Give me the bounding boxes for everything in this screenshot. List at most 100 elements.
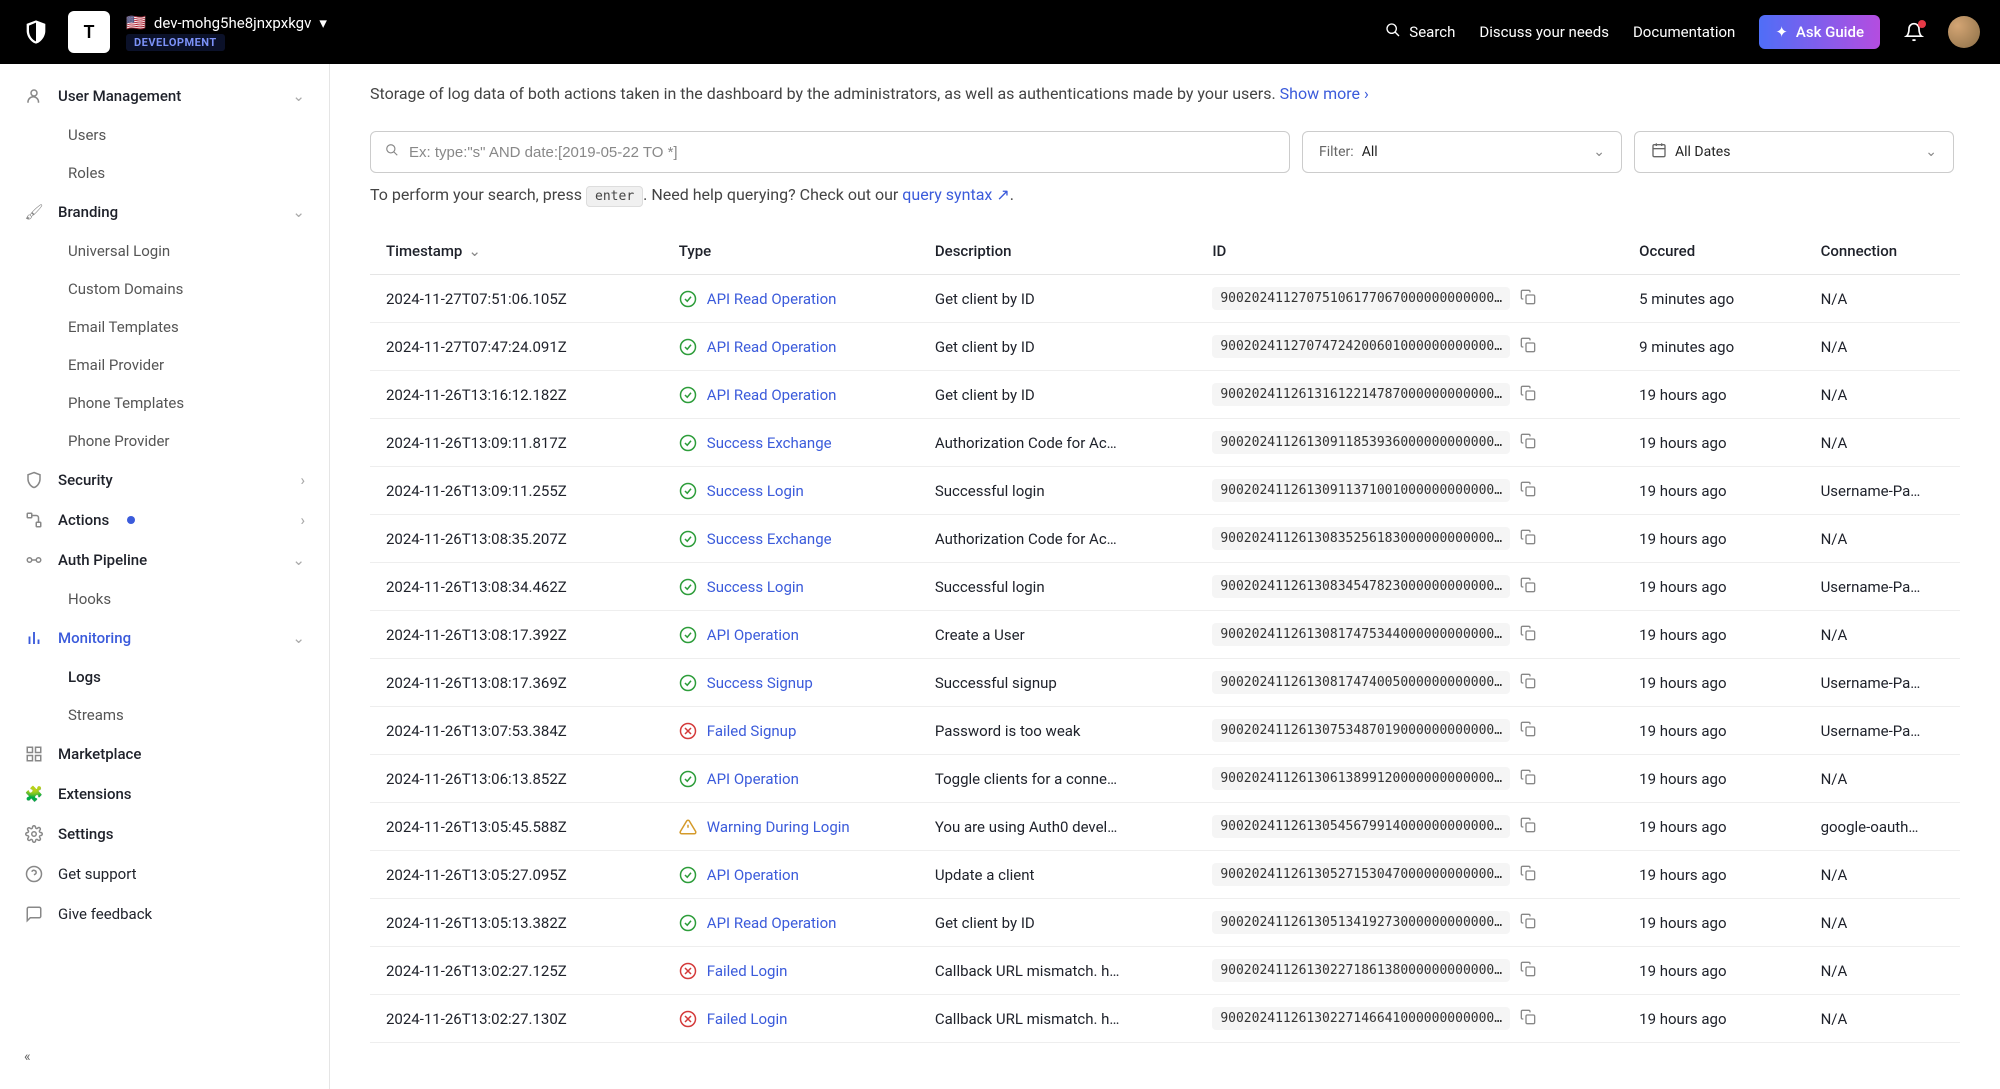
calendar-icon (1651, 142, 1667, 162)
table-row[interactable]: 2024-11-26T13:08:17.392ZAPI OperationCre… (370, 611, 1960, 659)
type-link[interactable]: Success Exchange (707, 530, 832, 548)
table-row[interactable]: 2024-11-26T13:16:12.182ZAPI Read Operati… (370, 371, 1960, 419)
table-row[interactable]: 2024-11-26T13:05:13.382ZAPI Read Operati… (370, 899, 1960, 947)
type-link[interactable]: Failed Signup (707, 722, 797, 740)
sidebar-item-phone-provider[interactable]: Phone Provider (0, 422, 329, 460)
sidebar-item-universal-login[interactable]: Universal Login (0, 232, 329, 270)
sidebar-item-auth-pipeline[interactable]: Auth Pipeline ⌄ (0, 540, 329, 580)
copy-button[interactable] (1520, 817, 1536, 837)
query-syntax-link[interactable]: query syntax ↗ (902, 185, 1009, 204)
copy-button[interactable] (1520, 337, 1536, 357)
table-row[interactable]: 2024-11-26T13:08:35.207ZSuccess Exchange… (370, 515, 1960, 563)
id-code: 90020241126130835256183000000000000… (1212, 527, 1510, 550)
table-row[interactable]: 2024-11-26T13:07:53.384ZFailed SignupPas… (370, 707, 1960, 755)
sidebar-item-get-support[interactable]: Get support (0, 854, 329, 894)
copy-button[interactable] (1520, 577, 1536, 597)
notifications-button[interactable] (1904, 22, 1924, 42)
type-link[interactable]: API Operation (707, 626, 799, 644)
type-link[interactable]: Success Login (707, 578, 804, 596)
sidebar-item-settings[interactable]: Settings (0, 814, 329, 854)
type-link[interactable]: Success Signup (707, 674, 813, 692)
tenant-info[interactable]: 🇺🇸 dev-mohg5he8jnxpxkgv ▾ DEVELOPMENT (126, 13, 327, 51)
copy-button[interactable] (1520, 433, 1536, 453)
copy-button[interactable] (1520, 673, 1536, 693)
sidebar-item-hooks[interactable]: Hooks (0, 580, 329, 618)
filter-dropdown[interactable]: Filter: All ⌄ (1302, 131, 1622, 173)
sidebar-item-email-provider[interactable]: Email Provider (0, 346, 329, 384)
discuss-link[interactable]: Discuss your needs (1479, 23, 1609, 41)
table-row[interactable]: 2024-11-27T07:47:24.091ZAPI Read Operati… (370, 323, 1960, 371)
type-link[interactable]: API Read Operation (707, 338, 837, 356)
auth0-logo-icon[interactable] (20, 16, 52, 48)
table-row[interactable]: 2024-11-26T13:05:45.588ZWarning During L… (370, 803, 1960, 851)
sidebar-item-security[interactable]: Security › (0, 460, 329, 500)
sidebar-item-actions[interactable]: Actions › (0, 500, 329, 540)
table-row[interactable]: 2024-11-26T13:09:11.255ZSuccess LoginSuc… (370, 467, 1960, 515)
type-link[interactable]: Warning During Login (707, 818, 850, 836)
sidebar-item-marketplace[interactable]: Marketplace (0, 734, 329, 774)
copy-button[interactable] (1520, 721, 1536, 741)
type-link[interactable]: API Read Operation (707, 914, 837, 932)
sidebar-item-logs[interactable]: Logs (0, 658, 329, 696)
table-row[interactable]: 2024-11-27T07:51:06.105ZAPI Read Operati… (370, 275, 1960, 323)
type-link[interactable]: API Read Operation (707, 290, 837, 308)
show-more-link[interactable]: Show more › (1280, 84, 1369, 103)
table-row[interactable]: 2024-11-26T13:02:27.130ZFailed LoginCall… (370, 995, 1960, 1043)
copy-button[interactable] (1520, 769, 1536, 789)
sidebar-item-extensions[interactable]: 🧩 Extensions (0, 774, 329, 814)
type-link[interactable]: Failed Login (707, 962, 788, 980)
sidebar-item-email-templates[interactable]: Email Templates (0, 308, 329, 346)
sidebar-item-monitoring[interactable]: Monitoring ⌄ (0, 618, 329, 658)
sidebar-item-give-feedback[interactable]: Give feedback (0, 894, 329, 934)
collapse-sidebar-button[interactable]: « (0, 1037, 329, 1077)
table-row[interactable]: 2024-11-26T13:05:27.095ZAPI OperationUpd… (370, 851, 1960, 899)
sidebar-item-user-management[interactable]: User Management ⌄ (0, 76, 329, 116)
copy-button[interactable] (1520, 913, 1536, 933)
sidebar-item-roles[interactable]: Roles (0, 154, 329, 192)
column-type[interactable]: Type (669, 228, 925, 275)
sidebar-item-users[interactable]: Users (0, 116, 329, 154)
copy-button[interactable] (1520, 481, 1536, 501)
avatar[interactable] (1948, 16, 1980, 48)
type-link[interactable]: Failed Login (707, 1010, 788, 1028)
column-description[interactable]: Description (925, 228, 1202, 275)
table-row[interactable]: 2024-11-26T13:06:13.852ZAPI OperationTog… (370, 755, 1960, 803)
sidebar-item-streams[interactable]: Streams (0, 696, 329, 734)
topbar: T 🇺🇸 dev-mohg5he8jnxpxkgv ▾ DEVELOPMENT … (0, 0, 2000, 64)
table-row[interactable]: 2024-11-26T13:09:11.817ZSuccess Exchange… (370, 419, 1960, 467)
copy-button[interactable] (1520, 289, 1536, 309)
sidebar-item-custom-domains[interactable]: Custom Domains (0, 270, 329, 308)
type-link[interactable]: Success Exchange (707, 434, 832, 452)
copy-button[interactable] (1520, 1009, 1536, 1029)
enter-key-badge: enter (586, 186, 643, 207)
copy-button[interactable] (1520, 961, 1536, 981)
docs-link[interactable]: Documentation (1633, 23, 1735, 41)
id-code: 90020241127075106177067000000000000… (1212, 287, 1510, 310)
column-timestamp[interactable]: Timestamp⌄ (370, 228, 669, 275)
type-link[interactable]: API Operation (707, 866, 799, 884)
tenant-badge[interactable]: T (68, 11, 110, 53)
search-box[interactable] (370, 131, 1290, 173)
help-text: To perform your search, press enter. Nee… (370, 185, 1960, 204)
column-id[interactable]: ID (1202, 228, 1629, 275)
search-input[interactable] (409, 144, 1275, 161)
column-connection[interactable]: Connection (1811, 228, 1960, 275)
cell-occured: 19 hours ago (1629, 755, 1810, 803)
sidebar-item-phone-templates[interactable]: Phone Templates (0, 384, 329, 422)
type-link[interactable]: API Read Operation (707, 386, 837, 404)
column-occured[interactable]: Occured (1629, 228, 1810, 275)
copy-button[interactable] (1520, 385, 1536, 405)
search-button[interactable]: Search (1385, 22, 1455, 42)
table-row[interactable]: 2024-11-26T13:08:17.369ZSuccess SignupSu… (370, 659, 1960, 707)
date-dropdown[interactable]: All Dates ⌄ (1634, 131, 1954, 173)
sidebar-item-branding[interactable]: 🖌 Branding ⌄ (0, 192, 329, 232)
type-link[interactable]: Success Login (707, 482, 804, 500)
ask-guide-button[interactable]: ✦ Ask Guide (1759, 15, 1880, 49)
cell-occured: 19 hours ago (1629, 803, 1810, 851)
table-row[interactable]: 2024-11-26T13:02:27.125ZFailed LoginCall… (370, 947, 1960, 995)
type-link[interactable]: API Operation (707, 770, 799, 788)
copy-button[interactable] (1520, 865, 1536, 885)
table-row[interactable]: 2024-11-26T13:08:34.462ZSuccess LoginSuc… (370, 563, 1960, 611)
copy-button[interactable] (1520, 529, 1536, 549)
copy-button[interactable] (1520, 625, 1536, 645)
